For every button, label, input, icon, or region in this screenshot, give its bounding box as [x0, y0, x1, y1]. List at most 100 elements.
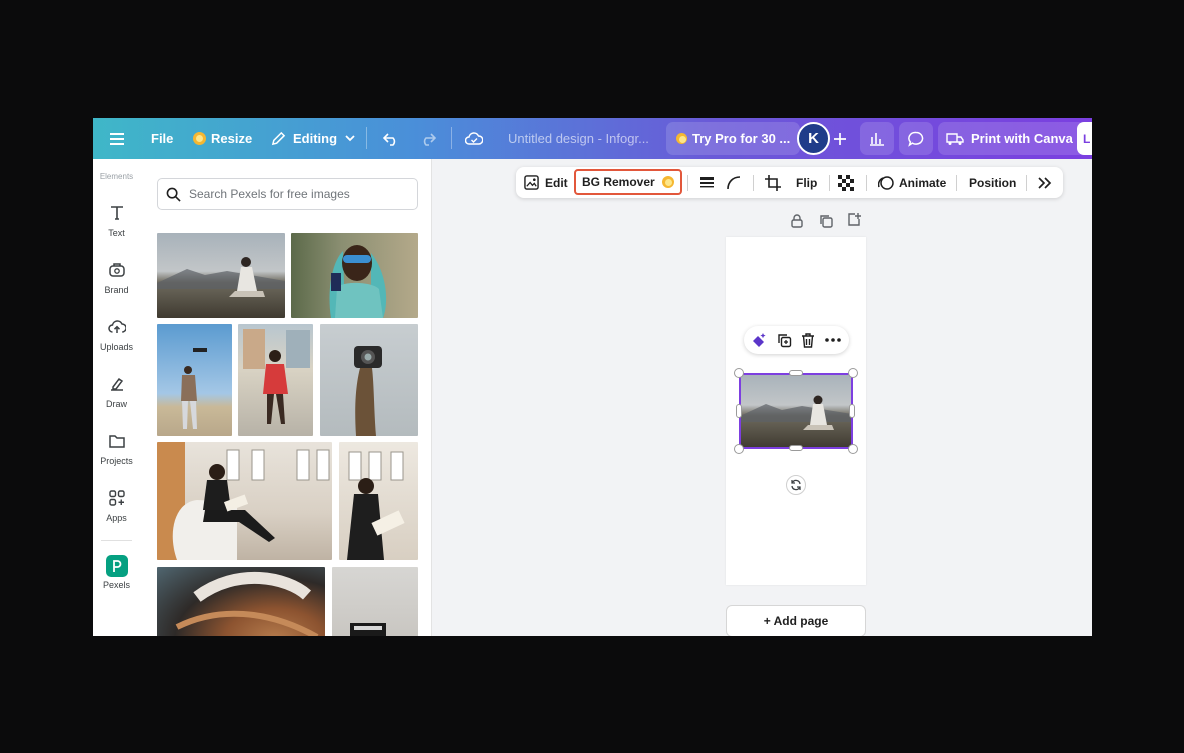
- resize-button[interactable]: Resize: [193, 118, 252, 159]
- border-style-icon[interactable]: [699, 167, 715, 198]
- user-avatar[interactable]: K: [797, 122, 830, 155]
- left-rail: Elements Text Brand Uploads Draw Project…: [93, 159, 140, 636]
- rail-item-text[interactable]: Text: [93, 201, 140, 238]
- print-label: Print with Canva: [971, 131, 1073, 146]
- rail-item-draw[interactable]: Draw: [93, 372, 140, 409]
- rail-item-apps[interactable]: Apps: [93, 486, 140, 523]
- rail-item-label: Draw: [105, 399, 127, 409]
- resize-handle-edge[interactable]: [789, 445, 803, 451]
- rail-item-label: Uploads: [99, 342, 134, 352]
- bg-remover-button[interactable]: BG Remover: [574, 169, 682, 195]
- bar-chart-icon: [870, 133, 884, 146]
- crop-icon[interactable]: [765, 167, 781, 198]
- resize-handle-edge[interactable]: [849, 404, 855, 418]
- rail-item-label: Projects: [100, 456, 133, 466]
- photo-thumbnail[interactable]: [320, 324, 418, 436]
- rail-item-projects[interactable]: Projects: [93, 429, 140, 466]
- corner-rounding-icon[interactable]: [727, 167, 741, 198]
- pexels-icon: [105, 555, 128, 577]
- pencil-icon: [271, 131, 286, 146]
- trash-icon[interactable]: [800, 332, 816, 348]
- brand-icon: [105, 258, 129, 282]
- add-page-icon[interactable]: [846, 212, 862, 228]
- crown-icon: [676, 133, 687, 144]
- resize-handle-corner[interactable]: [734, 368, 744, 378]
- rail-divider: [101, 540, 132, 541]
- cloud-saved-icon[interactable]: [464, 118, 484, 159]
- element-floating-toolbar: [744, 326, 849, 354]
- resize-handle-corner[interactable]: [848, 444, 858, 454]
- rail-item-label: Brand: [104, 285, 129, 295]
- animate-icon: [878, 175, 894, 190]
- rotate-icon: [791, 479, 801, 491]
- comments-button[interactable]: [899, 122, 933, 155]
- rail-item-brand[interactable]: Brand: [93, 258, 140, 295]
- canva-editor: File Resize Editing Untitled design - In…: [93, 118, 1092, 636]
- resize-label: Resize: [211, 131, 253, 146]
- crown-icon: [193, 132, 206, 145]
- undo-icon[interactable]: [381, 118, 401, 159]
- document-title[interactable]: Untitled design - Infogr...: [508, 118, 649, 159]
- add-page-button[interactable]: + Add page: [726, 605, 866, 636]
- photo-thumbnail[interactable]: [238, 324, 313, 436]
- search-bar[interactable]: [157, 178, 418, 210]
- rail-header: Elements: [99, 172, 134, 181]
- more-horizontal-icon[interactable]: [825, 332, 841, 348]
- add-collaborator-icon[interactable]: [831, 118, 849, 159]
- try-pro-label: Try Pro for 30 ...: [692, 131, 791, 146]
- search-icon: [166, 187, 181, 202]
- resize-handle-corner[interactable]: [734, 444, 744, 454]
- rotate-handle[interactable]: [786, 475, 806, 495]
- resize-handle-edge[interactable]: [789, 370, 803, 376]
- divider: [829, 175, 830, 191]
- divider: [753, 175, 754, 191]
- duplicate-element-icon[interactable]: [776, 332, 792, 348]
- hamburger-menu-icon[interactable]: [108, 118, 126, 159]
- position-button[interactable]: Position: [969, 167, 1016, 198]
- share-button[interactable]: L: [1077, 122, 1092, 155]
- truck-icon: [946, 132, 964, 145]
- photo-thumbnail[interactable]: [157, 324, 232, 436]
- try-pro-button[interactable]: Try Pro for 30 ...: [666, 122, 801, 155]
- print-with-canva-button[interactable]: Print with Canva: [938, 122, 1085, 155]
- divider: [956, 175, 957, 191]
- photo-thumbnail[interactable]: [291, 233, 418, 318]
- lock-icon[interactable]: [789, 213, 805, 229]
- divider: [687, 175, 688, 191]
- rail-item-label: Text: [108, 228, 125, 238]
- folder-icon: [105, 429, 129, 453]
- more-options-chevron-icon[interactable]: [1038, 167, 1052, 198]
- file-menu[interactable]: File: [151, 118, 173, 159]
- insights-chart-button[interactable]: [860, 122, 894, 155]
- selection-frame: [739, 373, 853, 449]
- top-bar: File Resize Editing Untitled design - In…: [93, 118, 1092, 159]
- divider: [1026, 175, 1027, 191]
- photo-thumbnail[interactable]: [157, 233, 285, 318]
- pen-icon: [105, 372, 129, 396]
- edit-image-button[interactable]: Edit: [524, 167, 568, 198]
- redo-icon[interactable]: [418, 118, 438, 159]
- transparency-icon[interactable]: [838, 167, 854, 198]
- rail-item-uploads[interactable]: Uploads: [93, 315, 140, 352]
- divider: [866, 175, 867, 191]
- animate-button[interactable]: Animate: [878, 167, 946, 198]
- chevron-down-icon: [345, 135, 355, 142]
- photo-thumbnail[interactable]: [332, 567, 418, 636]
- animate-label: Animate: [899, 175, 947, 190]
- photo-thumbnail[interactable]: [157, 442, 332, 560]
- resize-handle-corner[interactable]: [848, 368, 858, 378]
- apps-grid-icon: [105, 486, 129, 510]
- rail-item-pexels[interactable]: Pexels: [93, 555, 140, 590]
- duplicate-page-icon[interactable]: [818, 213, 834, 229]
- image-context-toolbar: Edit BG Remover Flip Animate Position: [516, 167, 1063, 198]
- editing-label: Editing: [293, 131, 338, 146]
- divider: [366, 127, 367, 149]
- resize-handle-edge[interactable]: [736, 404, 742, 418]
- photo-thumbnail[interactable]: [157, 567, 325, 636]
- editing-mode-dropdown[interactable]: Editing: [271, 118, 355, 159]
- flip-button[interactable]: Flip: [796, 167, 817, 198]
- magic-edit-icon[interactable]: [751, 332, 767, 348]
- crown-icon: [661, 176, 674, 188]
- search-input[interactable]: [189, 187, 409, 201]
- photo-thumbnail[interactable]: [339, 442, 418, 560]
